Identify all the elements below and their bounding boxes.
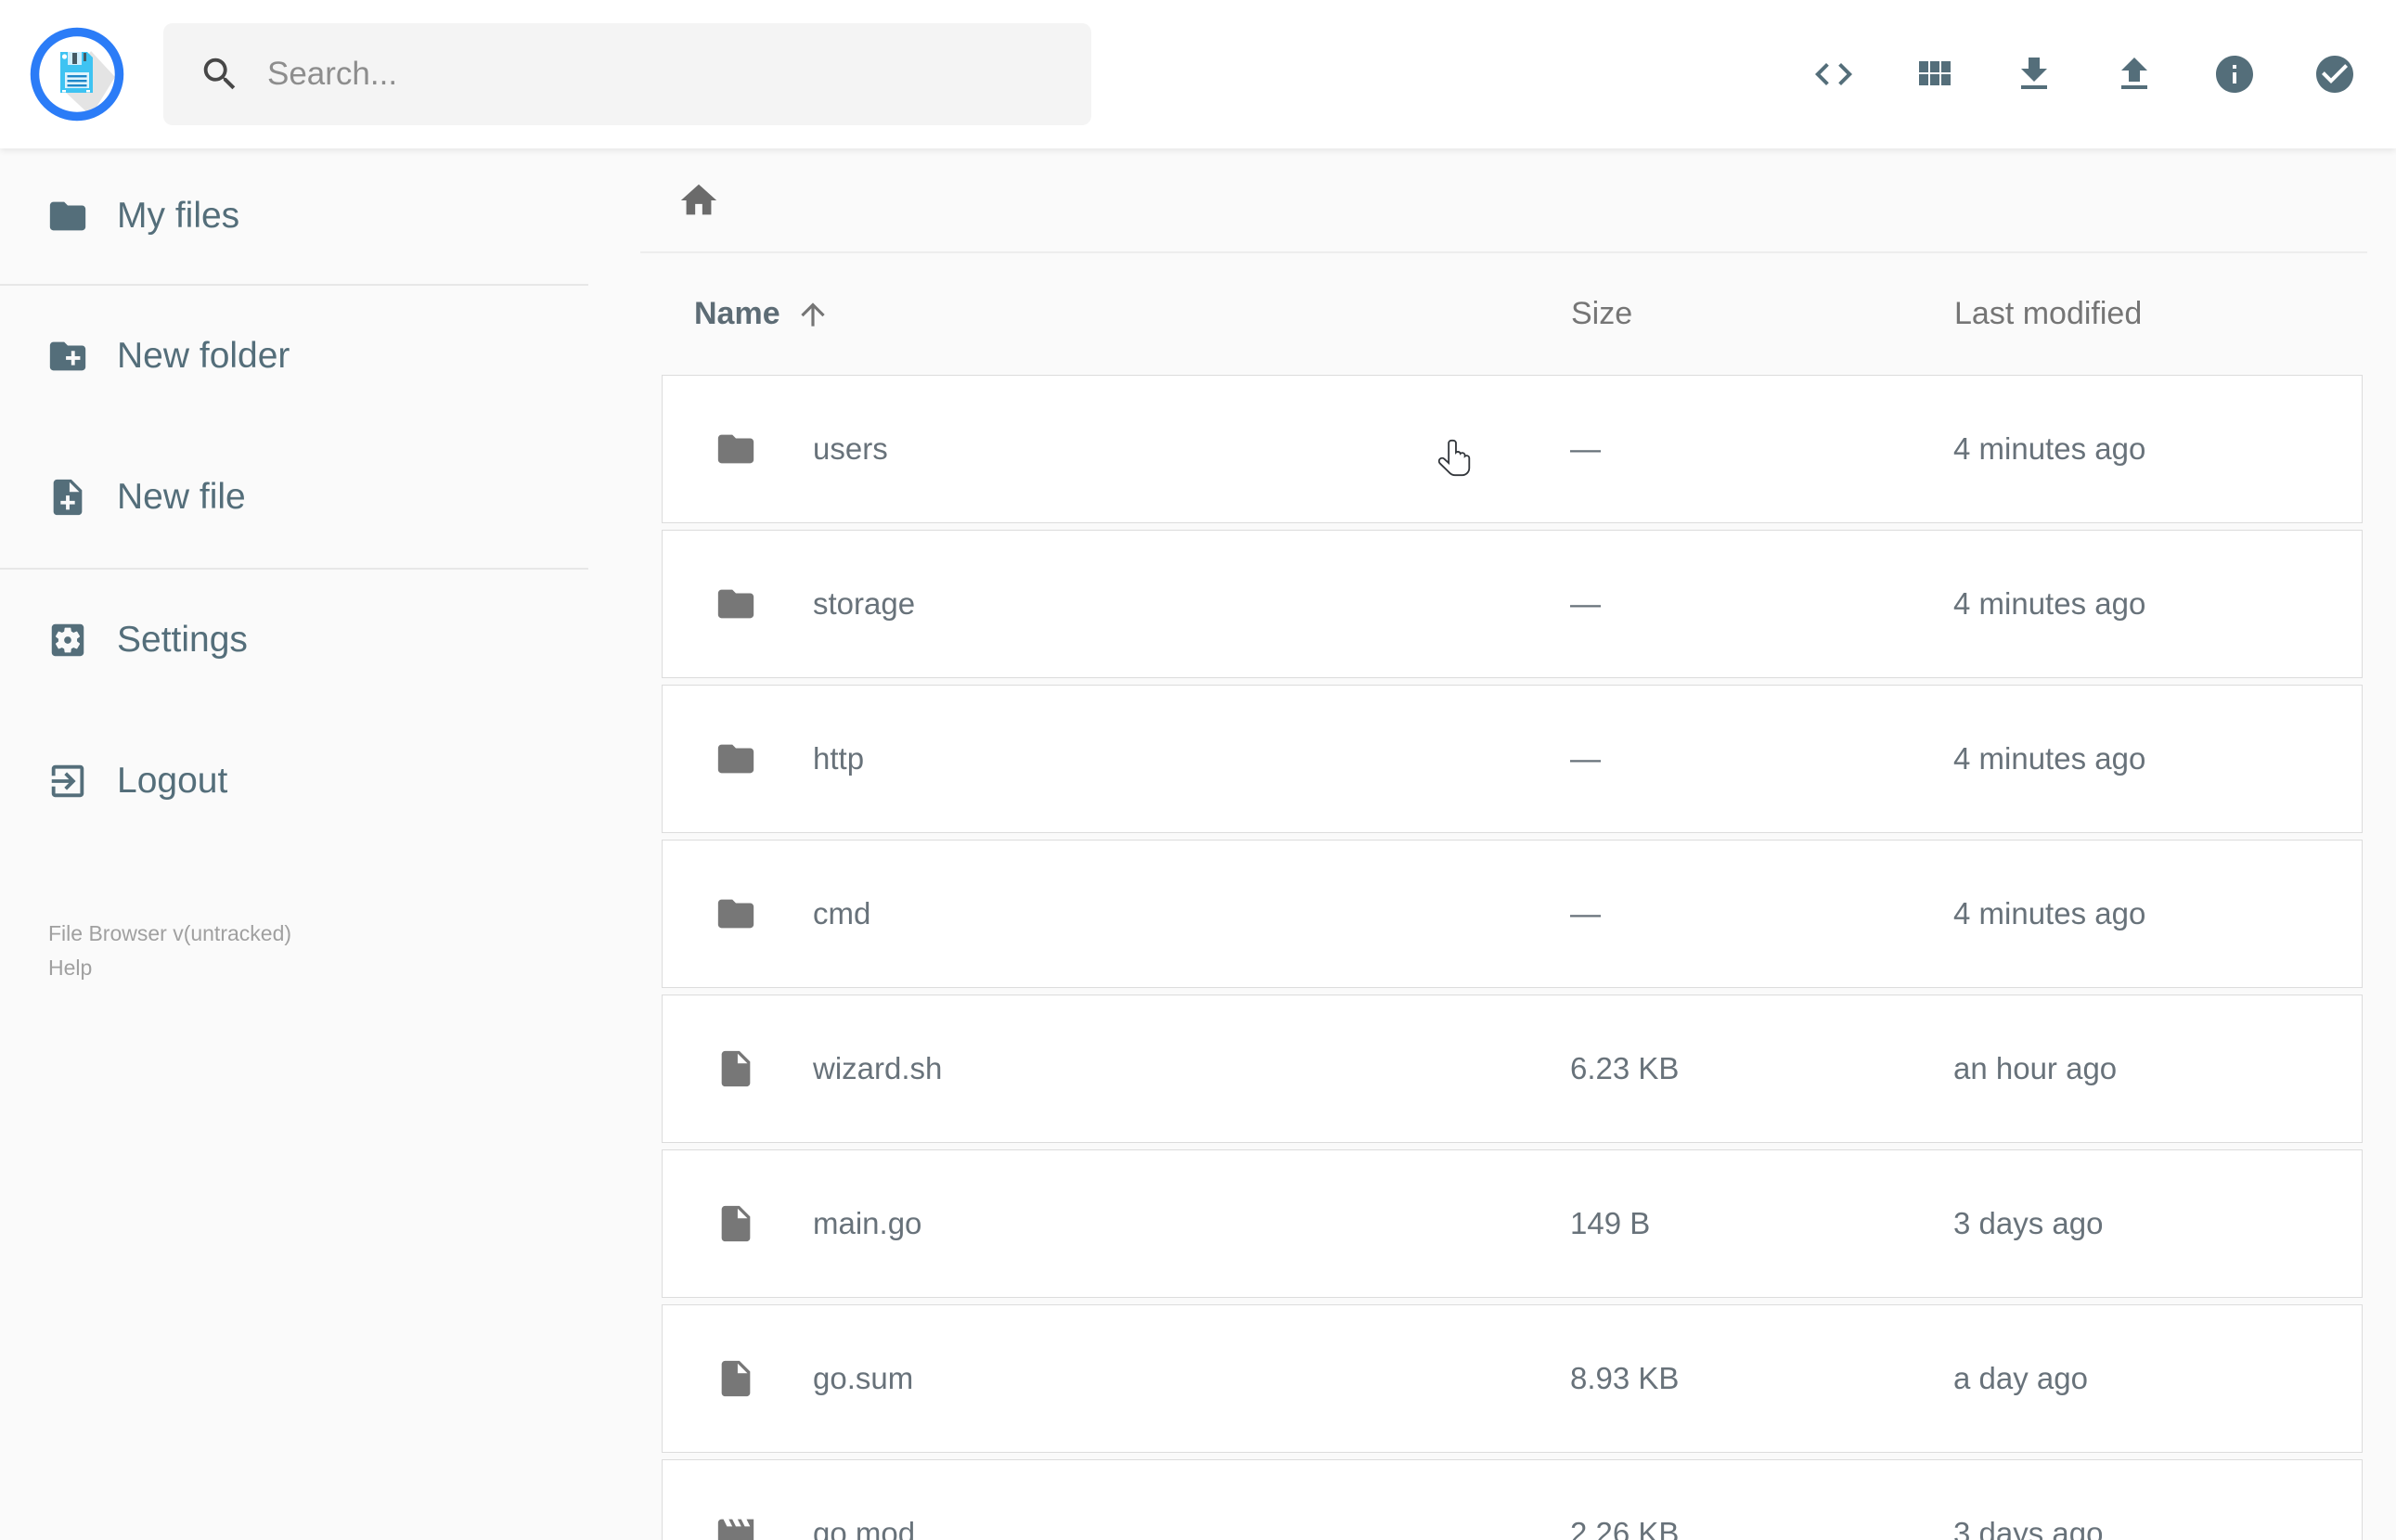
file-name: cmd <box>813 896 871 930</box>
search-box <box>163 23 1091 125</box>
column-header-modified[interactable]: Last modified <box>1954 296 2363 332</box>
filebrowser-app: My files New folder New file Settings Lo… <box>0 0 2396 1540</box>
file-name-cell: wizard.sh <box>663 1047 1570 1090</box>
file-name: http <box>813 741 865 776</box>
sidebar-footer: File Browser v(untracked) Help <box>0 917 291 985</box>
table-row[interactable]: go.mod 2.26 KB 3 days ago <box>662 1459 2363 1540</box>
file-name-cell: users <box>663 428 1570 470</box>
file-name: wizard.sh <box>813 1051 943 1085</box>
file-size: — <box>1570 741 1601 776</box>
select-multiple-button[interactable] <box>2285 0 2385 148</box>
sidebar-item-label: Settings <box>117 620 248 660</box>
filebrowser-logo[interactable] <box>30 27 124 122</box>
download-button[interactable] <box>1984 0 2084 148</box>
table-row[interactable]: wizard.sh 6.23 KB an hour ago <box>662 995 2363 1143</box>
header-actions <box>1784 0 2385 148</box>
folder-icon <box>46 195 89 237</box>
file-name: go.sum <box>813 1361 914 1395</box>
file-modified: 3 days ago <box>1953 1516 2104 1540</box>
switch-view-grid-button[interactable] <box>1884 0 1984 148</box>
sidebar-item-new-file[interactable]: New file <box>0 427 588 568</box>
sidebar-item-label: New file <box>117 477 246 517</box>
info-icon <box>2212 52 2257 96</box>
table-row[interactable]: main.go 149 B 3 days ago <box>662 1149 2363 1298</box>
new-file-icon <box>46 476 89 519</box>
sidebar-item-label: New folder <box>117 336 290 376</box>
folder-icon <box>715 738 757 780</box>
sidebar-item-new-folder[interactable]: New folder <box>0 286 588 427</box>
main-content: Name Size Last modified users — 4 minute… <box>588 148 2396 1540</box>
info-button[interactable] <box>2184 0 2285 148</box>
sort-ascending-icon <box>795 297 831 332</box>
file-modified: 4 minutes ago <box>1953 586 2146 621</box>
file-size: — <box>1570 431 1601 466</box>
new-folder-icon <box>46 335 89 378</box>
file-name: go.mod <box>813 1516 916 1540</box>
file-name: main.go <box>813 1206 922 1240</box>
grid-view-icon <box>1912 52 1956 96</box>
file-listing: users — 4 minutes ago storage — 4 minute… <box>662 375 2363 1540</box>
file-name: storage <box>813 586 916 621</box>
file-name-cell: go.sum <box>663 1357 1570 1400</box>
upload-icon <box>2112 52 2157 96</box>
column-header-size[interactable]: Size <box>1571 296 1954 332</box>
sidebar-item-label: Logout <box>117 761 228 801</box>
switch-view-code-button[interactable] <box>1784 0 1884 148</box>
file-name-cell: go.mod <box>663 1512 1570 1540</box>
download-icon <box>2012 52 2056 96</box>
folder-icon <box>715 583 757 625</box>
file-name-cell: http <box>663 738 1570 780</box>
file-icon <box>715 1047 757 1090</box>
sidebar-item-label: My files <box>117 196 240 236</box>
file-size: 2.26 KB <box>1570 1516 1680 1540</box>
file-modified: an hour ago <box>1953 1051 2118 1085</box>
search-icon <box>199 53 241 96</box>
table-row[interactable]: go.sum 8.93 KB a day ago <box>662 1304 2363 1453</box>
upload-button[interactable] <box>2084 0 2184 148</box>
folder-icon <box>715 428 757 470</box>
file-name-cell: storage <box>663 583 1570 625</box>
sidebar-item-logout[interactable]: Logout <box>0 711 588 852</box>
file-name: users <box>813 431 888 466</box>
logout-icon <box>46 760 89 802</box>
table-row[interactable]: cmd — 4 minutes ago <box>662 840 2363 988</box>
column-header-name[interactable]: Name <box>662 296 1571 332</box>
table-row[interactable]: http — 4 minutes ago <box>662 685 2363 833</box>
file-name-cell: main.go <box>663 1202 1570 1245</box>
sidebar: My files New folder New file Settings Lo… <box>0 148 588 980</box>
sidebar-item-settings[interactable]: Settings <box>0 570 588 711</box>
file-modified: a day ago <box>1953 1361 2088 1395</box>
help-link[interactable]: Help <box>48 951 291 985</box>
code-icon <box>1811 52 1856 96</box>
file-modified: 3 days ago <box>1953 1206 2104 1240</box>
header-bar <box>0 0 2396 148</box>
table-row[interactable]: users — 4 minutes ago <box>662 375 2363 523</box>
file-modified: 4 minutes ago <box>1953 741 2146 776</box>
breadcrumb <box>640 148 2367 253</box>
file-size: 8.93 KB <box>1570 1361 1680 1395</box>
file-modified: 4 minutes ago <box>1953 431 2146 466</box>
folder-icon <box>715 892 757 935</box>
search-input[interactable] <box>267 56 1091 93</box>
settings-icon <box>46 619 89 661</box>
file-icon <box>715 1357 757 1400</box>
movie-icon <box>715 1512 757 1540</box>
file-size: — <box>1570 896 1601 930</box>
file-modified: 4 minutes ago <box>1953 896 2146 930</box>
file-icon <box>715 1202 757 1245</box>
file-size: — <box>1570 586 1601 621</box>
home-icon[interactable] <box>677 179 720 222</box>
table-row[interactable]: storage — 4 minutes ago <box>662 530 2363 678</box>
file-size: 149 B <box>1570 1206 1651 1240</box>
file-size: 6.23 KB <box>1570 1051 1680 1085</box>
listing-header: Name Size Last modified <box>662 253 2363 375</box>
version-text: File Browser v(untracked) <box>48 921 292 945</box>
check-circle-icon <box>2312 52 2357 96</box>
file-name-cell: cmd <box>663 892 1570 935</box>
sidebar-item-my-files[interactable]: My files <box>0 148 588 284</box>
